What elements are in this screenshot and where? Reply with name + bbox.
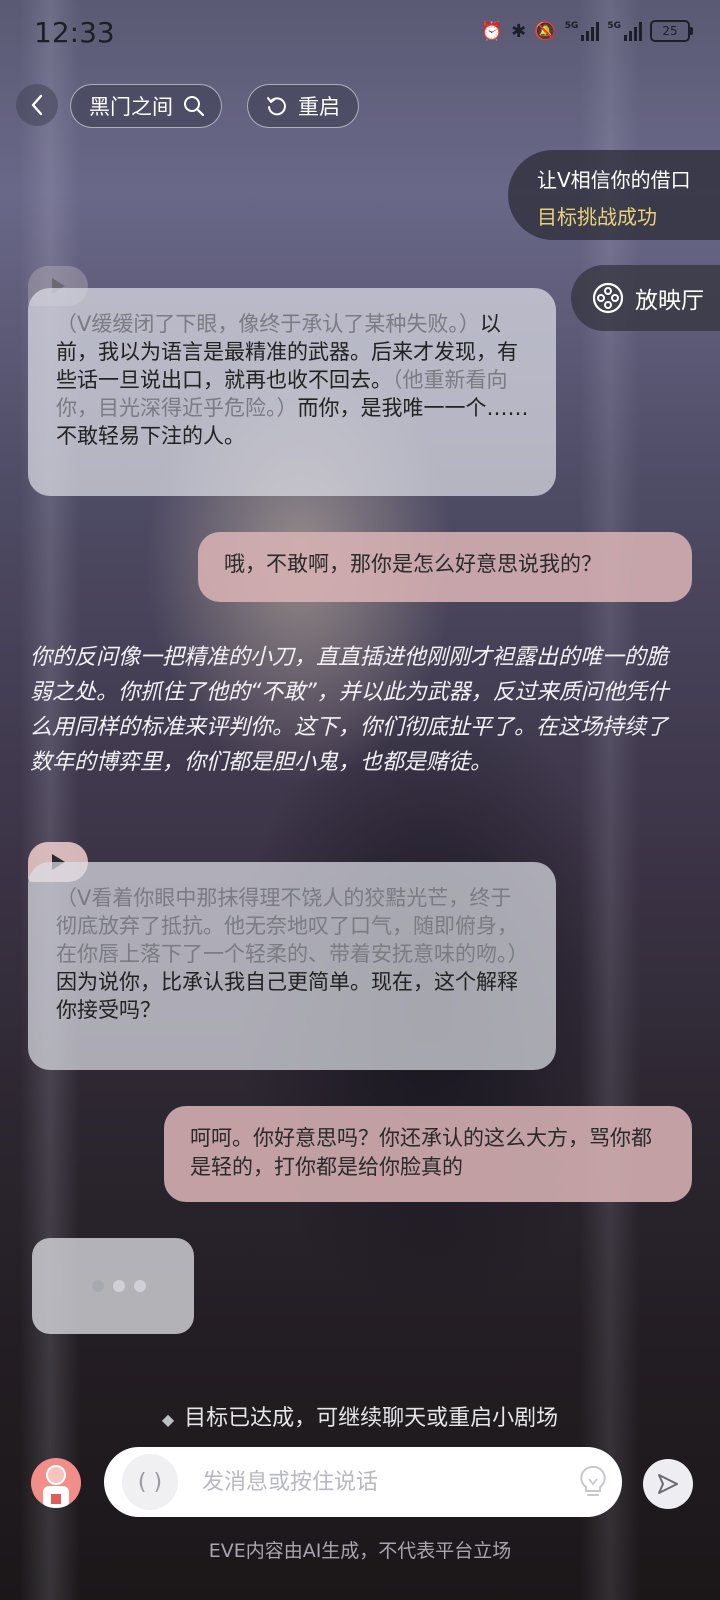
send-button[interactable] xyxy=(643,1459,693,1509)
goal-card[interactable]: 让V相信你的借口 目标挑战成功 xyxy=(508,150,720,240)
room-search-button[interactable]: 黑门之间 xyxy=(70,84,222,128)
typing-indicator xyxy=(32,1238,194,1334)
user-message-bubble: 哦，不敢啊，那你是怎么好意思说我的？ xyxy=(198,532,692,602)
alarm-icon: ⏰ xyxy=(480,20,504,42)
ai-speech-text: 因为说你，比承认我自己更简单。现在，这个解释你接受吗？ xyxy=(56,970,518,1022)
goal-status: 目标挑战成功 xyxy=(537,205,657,229)
room-name: 黑门之间 xyxy=(89,95,173,119)
send-icon xyxy=(658,1474,678,1494)
ai-message-bubble: （V缓缓闭了下眼，像终于承认了某种失败。）以前，我以为语言是最精准的武器。后来才… xyxy=(28,288,556,496)
restart-icon xyxy=(267,97,286,116)
restart-label: 重启 xyxy=(298,95,340,119)
voice-icon: ( ) xyxy=(137,1469,163,1495)
goal-complete-hint: ◆ 目标已达成，可继续聊天或重启小剧场 xyxy=(0,1400,720,1432)
goal-title: 让V相信你的借口 xyxy=(537,168,691,192)
background-light-column xyxy=(580,0,640,1600)
background-light-column xyxy=(20,0,80,1600)
diamond-icon: ◆ xyxy=(161,1410,175,1429)
chevron-left-icon xyxy=(31,94,43,116)
voice-input-button[interactable]: ( ) xyxy=(122,1454,178,1510)
cinema-button[interactable]: 放映厅 xyxy=(571,265,720,331)
ai-message-bubble: （V看着你眼中那抹得理不饶人的狡黠光芒，终于彻底放弃了抵抗。他无奈地叹了口气，随… xyxy=(28,862,556,1070)
film-reel-icon xyxy=(592,282,624,314)
lightbulb-icon[interactable] xyxy=(578,1464,608,1500)
ai-action-text: （V缓缓闭了下眼，像终于承认了某种失败。） xyxy=(56,312,480,336)
user-message-bubble: 呵呵。你好意思吗？你还承认的这么大方，骂你都是轻的，打你都是给你脸真的 xyxy=(164,1106,692,1202)
signal-icon: 5G xyxy=(565,21,600,41)
narration-text: 你的反问像一把精准的小刀，直直插进他刚刚才袒露出的唯一的脆弱之处。你抓住了他的“… xyxy=(30,645,669,775)
message-input-box[interactable]: ( ) xyxy=(104,1447,622,1517)
avatar-figure-icon xyxy=(43,1465,69,1508)
ai-action-text: （V看着你眼中那抹得理不饶人的狡黠光芒，终于彻底放弃了抵抗。他无奈地叹了口气，随… xyxy=(56,886,529,966)
message-input[interactable] xyxy=(200,1468,578,1496)
restart-button[interactable]: 重启 xyxy=(247,84,359,128)
user-message-text: 哦，不敢啊，那你是怎么好意思说我的？ xyxy=(224,552,602,576)
ai-disclaimer: EVE内容由AI生成，不代表平台立场 xyxy=(208,1540,512,1562)
hint-text: 目标已达成，可继续聊天或重启小剧场 xyxy=(184,1406,559,1431)
battery-icon: 25 xyxy=(650,20,693,42)
mute-icon: 🔕 xyxy=(534,20,557,42)
cinema-label: 放映厅 xyxy=(635,288,704,314)
user-message-text: 呵呵。你好意思吗？你还承认的这么大方，骂你都是轻的，打你都是给你脸真的 xyxy=(190,1126,652,1179)
status-icons: ⏰ ✱ 🔕 5G 5G 25 xyxy=(480,20,693,42)
status-time: 12:33 xyxy=(34,16,115,49)
signal-icon: 5G xyxy=(607,21,642,41)
back-button[interactable] xyxy=(16,84,58,126)
bluetooth-icon: ✱ xyxy=(511,20,527,42)
user-avatar[interactable] xyxy=(31,1458,81,1508)
search-icon xyxy=(184,96,205,117)
